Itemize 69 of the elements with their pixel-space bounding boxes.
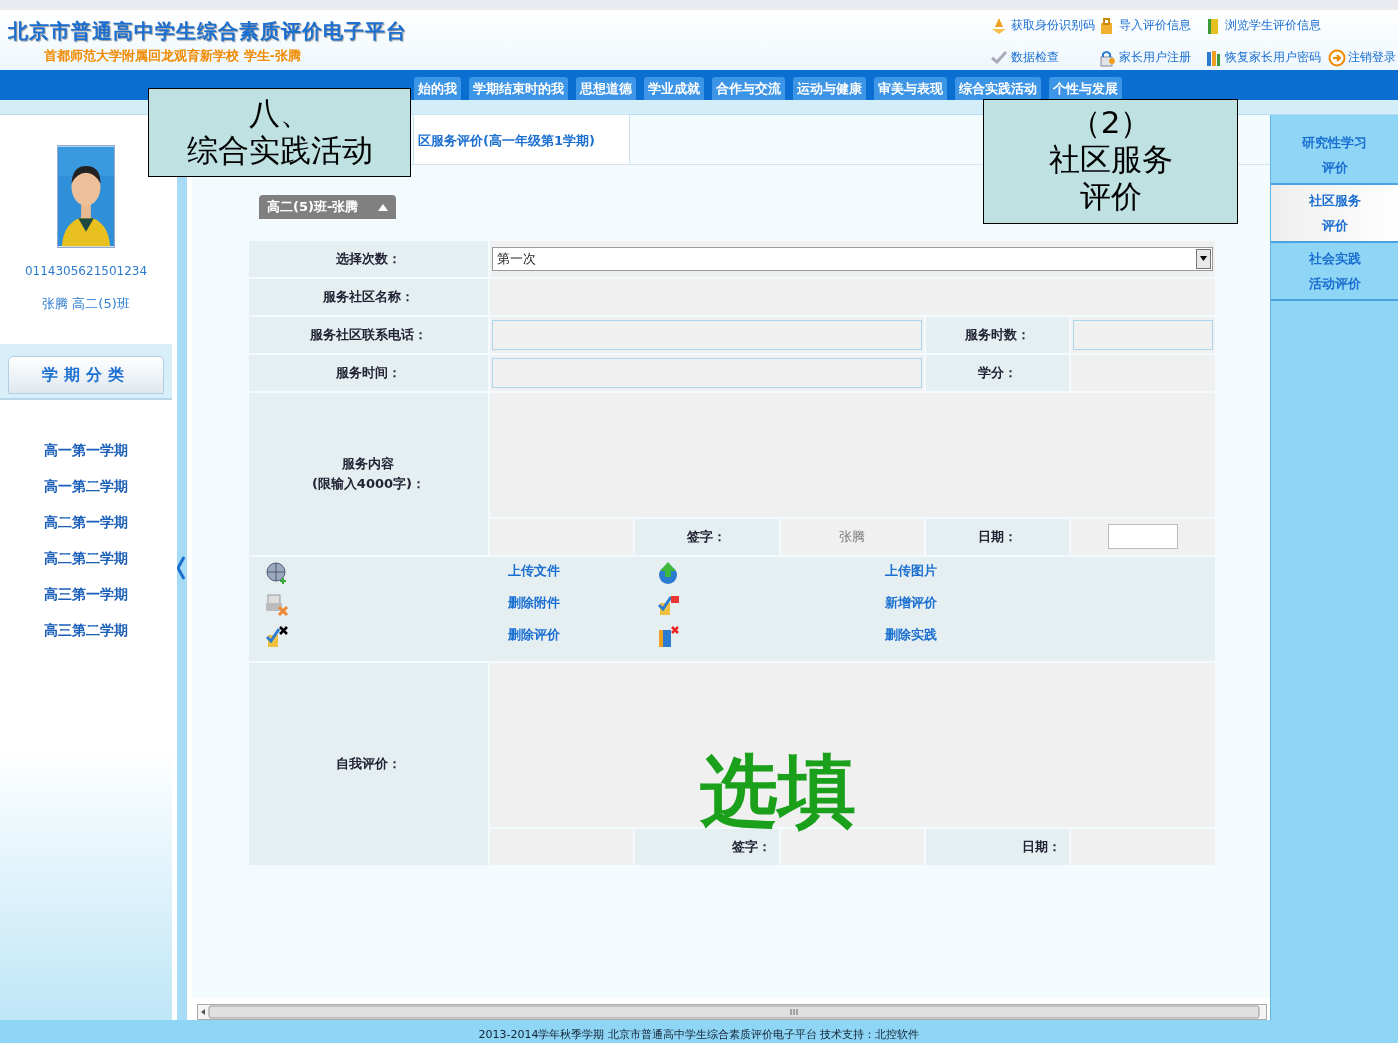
nav-tab[interactable]: 综合实践活动 xyxy=(955,76,1041,100)
form-label: 学分： xyxy=(925,354,1070,391)
input-field[interactable] xyxy=(1073,319,1213,350)
toolbar-link[interactable]: 注销登录 xyxy=(1328,46,1398,70)
action-link[interactable]: 上传文件 xyxy=(499,560,641,591)
toolbar-link[interactable]: 导入评价信息 xyxy=(1098,14,1204,38)
date-field[interactable] xyxy=(1108,524,1179,549)
footer-text: 2013-2014学年秋季学期 北京市普通高中学生综合素质评价电子平台 技术支持：北控软件 xyxy=(0,1020,1398,1043)
toolbar-link[interactable]: 数据检查 xyxy=(990,46,1098,70)
check-icon xyxy=(990,49,1008,67)
annotation-text: 选填 xyxy=(700,752,856,830)
signer-name: 张腾 xyxy=(780,518,924,555)
nav-tab[interactable]: 合作与交流 xyxy=(712,76,785,100)
callout-box: 八、 综合实践活动 xyxy=(148,88,411,177)
semester-link[interactable]: 高一第一学期 xyxy=(44,439,128,461)
action-link[interactable]: 上传图片 xyxy=(876,560,1215,591)
input-field[interactable] xyxy=(491,319,922,350)
nav-tab[interactable]: 个性与发展 xyxy=(1049,76,1122,100)
lock-icon xyxy=(1098,49,1116,67)
semester-link[interactable]: 高三第二学期 xyxy=(44,619,128,641)
form-label: 签字： xyxy=(635,518,779,555)
student-id: 0114305621501234 xyxy=(24,263,148,280)
form-label: 日期： xyxy=(925,828,1070,865)
form-label: 服务时间： xyxy=(249,354,488,391)
nav-tab[interactable]: 学期结束时的我 xyxy=(469,76,568,100)
semester-link[interactable]: 高一第二学期 xyxy=(44,475,128,497)
check-x-icon xyxy=(265,624,289,649)
times-select[interactable]: 第一次 xyxy=(491,246,1213,271)
student-name: 张腾 高二(5)班 xyxy=(42,295,130,313)
form-label: 日期： xyxy=(925,518,1070,555)
class-dropdown[interactable]: 高二(5)班-张腾 xyxy=(259,195,397,219)
form-label: 服务内容 (限输入4000字)： xyxy=(310,455,426,493)
school-subtitle: 首都师范大学附属回龙观育新学校 学生-张腾 xyxy=(43,47,302,65)
side-menu-item[interactable]: 社会实践 活动评价 xyxy=(1271,243,1398,301)
side-menu-item[interactable]: 社区服务 评价 xyxy=(1271,185,1398,243)
form-label: 服务社区联系电话： xyxy=(249,316,488,353)
form-label: 服务时数： xyxy=(925,316,1070,353)
action-link[interactable]: 新增评价 xyxy=(876,592,1215,623)
action-link[interactable]: 删除附件 xyxy=(499,592,641,623)
nav-tab[interactable]: 思想道德 xyxy=(576,76,636,100)
toolbar-link[interactable]: 恢复家长用户密码 xyxy=(1204,46,1328,70)
toolbar-link[interactable]: 浏览学生评价信息 xyxy=(1204,14,1328,38)
form-label: 服务社区名称： xyxy=(249,278,488,315)
site-title: 北京市普通高中学生综合素质评价电子平台 xyxy=(7,18,407,45)
form-label: 选择次数： xyxy=(249,240,488,277)
up-arrow-icon xyxy=(378,202,389,211)
action-link[interactable]: 删除评价 xyxy=(499,624,641,655)
action-link[interactable]: 删除实践 xyxy=(876,624,1215,655)
exit-icon xyxy=(1328,49,1346,67)
form-label: 自我评价： xyxy=(249,662,488,865)
books-icon xyxy=(1204,49,1222,67)
semester-link[interactable]: 高二第二学期 xyxy=(44,547,128,569)
nav-tab[interactable]: 运动与健康 xyxy=(793,76,866,100)
toolbar-link[interactable]: 获取身份识别码 xyxy=(990,14,1098,38)
page-tab[interactable]: 区服务评价(高一年级第1学期) xyxy=(413,113,630,164)
nav-tab[interactable]: 审美与表现 xyxy=(874,76,947,100)
form-label: 签字： xyxy=(635,828,779,865)
book-x-icon xyxy=(657,624,681,649)
semester-link[interactable]: 高三第一学期 xyxy=(44,583,128,605)
globe-plus-icon xyxy=(265,560,289,585)
toolbar-link[interactable]: 家长用户注册 xyxy=(1098,46,1204,70)
nav-tab[interactable]: 始的我 xyxy=(414,76,461,100)
semester-link[interactable]: 高二第一学期 xyxy=(44,511,128,533)
nav-tab[interactable]: 学业成就 xyxy=(644,76,704,100)
semester-heading-button[interactable]: 学期分类 xyxy=(8,355,164,394)
callout-box: （2） 社区服务 评价 xyxy=(983,99,1238,224)
dropdown-arrow-icon xyxy=(1200,256,1207,261)
printer-x-icon xyxy=(265,592,289,617)
input-field[interactable] xyxy=(491,357,922,388)
